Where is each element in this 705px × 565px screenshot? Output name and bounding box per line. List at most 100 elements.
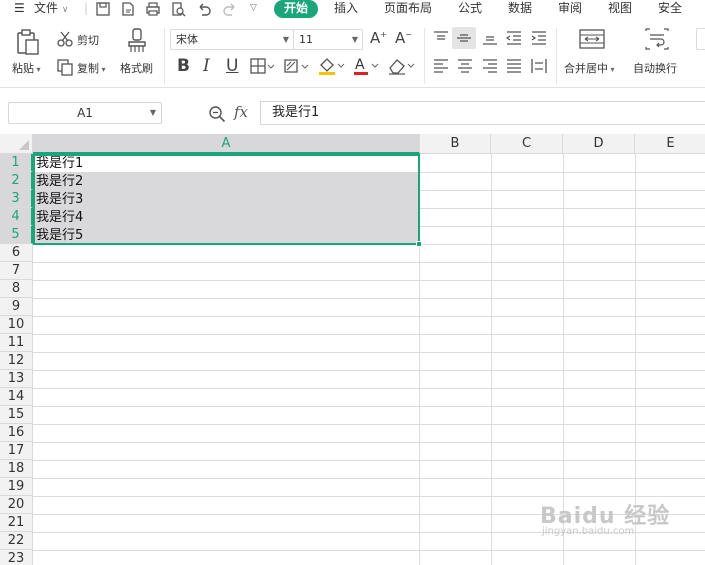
save-icon[interactable]: [95, 1, 111, 17]
justify-icon[interactable]: [505, 58, 523, 74]
row-header-5[interactable]: 5: [0, 226, 33, 244]
align-center-icon[interactable]: [456, 58, 474, 74]
row-header-19[interactable]: 19: [0, 478, 33, 496]
paste-button[interactable]: 粘贴 ▾: [12, 60, 41, 76]
select-all-button[interactable]: [0, 134, 33, 154]
row-header-9[interactable]: 9: [0, 298, 33, 316]
merge-center-icon[interactable]: [579, 28, 605, 50]
row-header-1[interactable]: 1: [0, 154, 33, 172]
clear-format-icon[interactable]: [386, 56, 416, 76]
menu-hamburger-icon[interactable]: ☰: [14, 0, 25, 18]
redo-icon[interactable]: [222, 1, 238, 17]
row-header-17[interactable]: 17: [0, 442, 33, 460]
align-left-icon[interactable]: [432, 58, 450, 74]
row-header-4[interactable]: 4: [0, 208, 33, 226]
bold-icon[interactable]: B: [177, 56, 190, 76]
gridline: [33, 406, 705, 407]
row-header-7[interactable]: 7: [0, 262, 33, 280]
column-header-a[interactable]: A: [33, 134, 420, 154]
column-header-b[interactable]: B: [420, 134, 491, 154]
gridline: [33, 424, 705, 425]
menu-bar: ☰ 文件 ∨ | ▽ 开始 插入 页面布局 公式 数据 审阅 视图 安全: [0, 0, 705, 18]
tab-formulas[interactable]: 公式: [458, 0, 482, 18]
align-right-icon[interactable]: [481, 58, 499, 74]
row-header-18[interactable]: 18: [0, 460, 33, 478]
wrap-text-icon[interactable]: [645, 28, 669, 50]
tab-insert[interactable]: 插入: [334, 0, 358, 18]
customize-quick-access-icon[interactable]: ▽: [250, 0, 257, 18]
row-header-10[interactable]: 10: [0, 316, 33, 334]
font-size-select[interactable]: 11 ▼: [293, 29, 363, 50]
watermark-url: jingyan.baidu.com: [542, 526, 635, 537]
row-header-14[interactable]: 14: [0, 388, 33, 406]
print-preview-icon[interactable]: [170, 1, 186, 17]
copy-icon[interactable]: [56, 58, 74, 76]
gridline: [33, 460, 705, 461]
fill-color-icon[interactable]: [317, 56, 345, 76]
row-header-6[interactable]: 6: [0, 244, 33, 262]
align-top-icon[interactable]: [432, 30, 450, 46]
row-header-2[interactable]: 2: [0, 172, 33, 190]
increase-indent-icon[interactable]: [530, 30, 548, 46]
ribbon-home: 粘贴 ▾ 剪切 复制 ▾ 格式刷 宋体 ▼ 11 ▼ A+ A− B I U A 合…: [0, 18, 705, 88]
gridline: [33, 352, 705, 353]
zoom-icon[interactable]: [208, 105, 226, 123]
row-header-12[interactable]: 12: [0, 352, 33, 370]
row-header-22[interactable]: 22: [0, 532, 33, 550]
file-menu[interactable]: 文件 ∨: [34, 0, 68, 18]
svg-text:A: A: [355, 57, 365, 73]
column-header-c[interactable]: C: [491, 134, 563, 154]
font-color-icon[interactable]: A: [352, 56, 380, 76]
distributed-align-icon[interactable]: [530, 58, 548, 74]
align-middle-button[interactable]: [452, 27, 476, 49]
row-header-11[interactable]: 11: [0, 334, 33, 352]
row-header-16[interactable]: 16: [0, 424, 33, 442]
wrap-text-button[interactable]: 自动换行: [633, 60, 677, 76]
borders-icon[interactable]: [250, 58, 274, 76]
column-header-e[interactable]: E: [635, 134, 705, 154]
cut-button[interactable]: 剪切: [77, 32, 99, 48]
paste-icon[interactable]: [14, 28, 42, 56]
selection-border: [33, 154, 420, 245]
tab-data[interactable]: 数据: [508, 0, 532, 18]
gridline: [33, 496, 705, 497]
increase-font-size-icon[interactable]: A+: [370, 29, 387, 47]
print-icon[interactable]: [145, 1, 161, 17]
merge-center-button[interactable]: 合并居中 ▾: [564, 60, 615, 76]
align-bottom-icon[interactable]: [481, 30, 499, 46]
column-header-d[interactable]: D: [563, 134, 635, 154]
export-pdf-icon[interactable]: [120, 1, 136, 17]
tab-view[interactable]: 视图: [608, 0, 632, 18]
tab-security[interactable]: 安全: [658, 0, 682, 18]
gridline: [33, 550, 705, 551]
undo-icon[interactable]: [196, 1, 212, 17]
gridline: [33, 298, 705, 299]
underline-icon[interactable]: U: [226, 56, 238, 76]
row-header-15[interactable]: 15: [0, 406, 33, 424]
baidu-watermark: Baidu 经验 jingyan.baidu.com: [540, 498, 670, 537]
scissors-icon[interactable]: [56, 30, 74, 48]
font-name-select[interactable]: 宋体 ▼: [170, 29, 294, 50]
copy-button[interactable]: 复制 ▾: [77, 60, 106, 76]
row-header-13[interactable]: 13: [0, 370, 33, 388]
fill-handle[interactable]: [416, 241, 422, 247]
gridline: [33, 370, 705, 371]
decrease-indent-icon[interactable]: [505, 30, 523, 46]
decrease-font-size-icon[interactable]: A−: [395, 29, 412, 47]
tab-home[interactable]: 开始: [274, 0, 319, 18]
name-box[interactable]: A1 ▼: [8, 102, 162, 124]
row-header-20[interactable]: 20: [0, 496, 33, 514]
tab-page-layout[interactable]: 页面布局: [384, 0, 432, 18]
format-painter-icon[interactable]: [125, 28, 149, 54]
cell-style-icon[interactable]: [283, 58, 309, 76]
format-painter-button[interactable]: 格式刷: [120, 60, 153, 76]
row-header-3[interactable]: 3: [0, 190, 33, 208]
tab-review[interactable]: 审阅: [558, 0, 582, 18]
row-header-23[interactable]: 23: [0, 550, 33, 565]
row-header-8[interactable]: 8: [0, 280, 33, 298]
formula-input[interactable]: 我是行1: [260, 101, 705, 125]
insert-function-button[interactable]: fx: [234, 103, 248, 121]
number-format-select[interactable]: [696, 28, 705, 50]
row-header-21[interactable]: 21: [0, 514, 33, 532]
italic-icon[interactable]: I: [203, 56, 210, 76]
